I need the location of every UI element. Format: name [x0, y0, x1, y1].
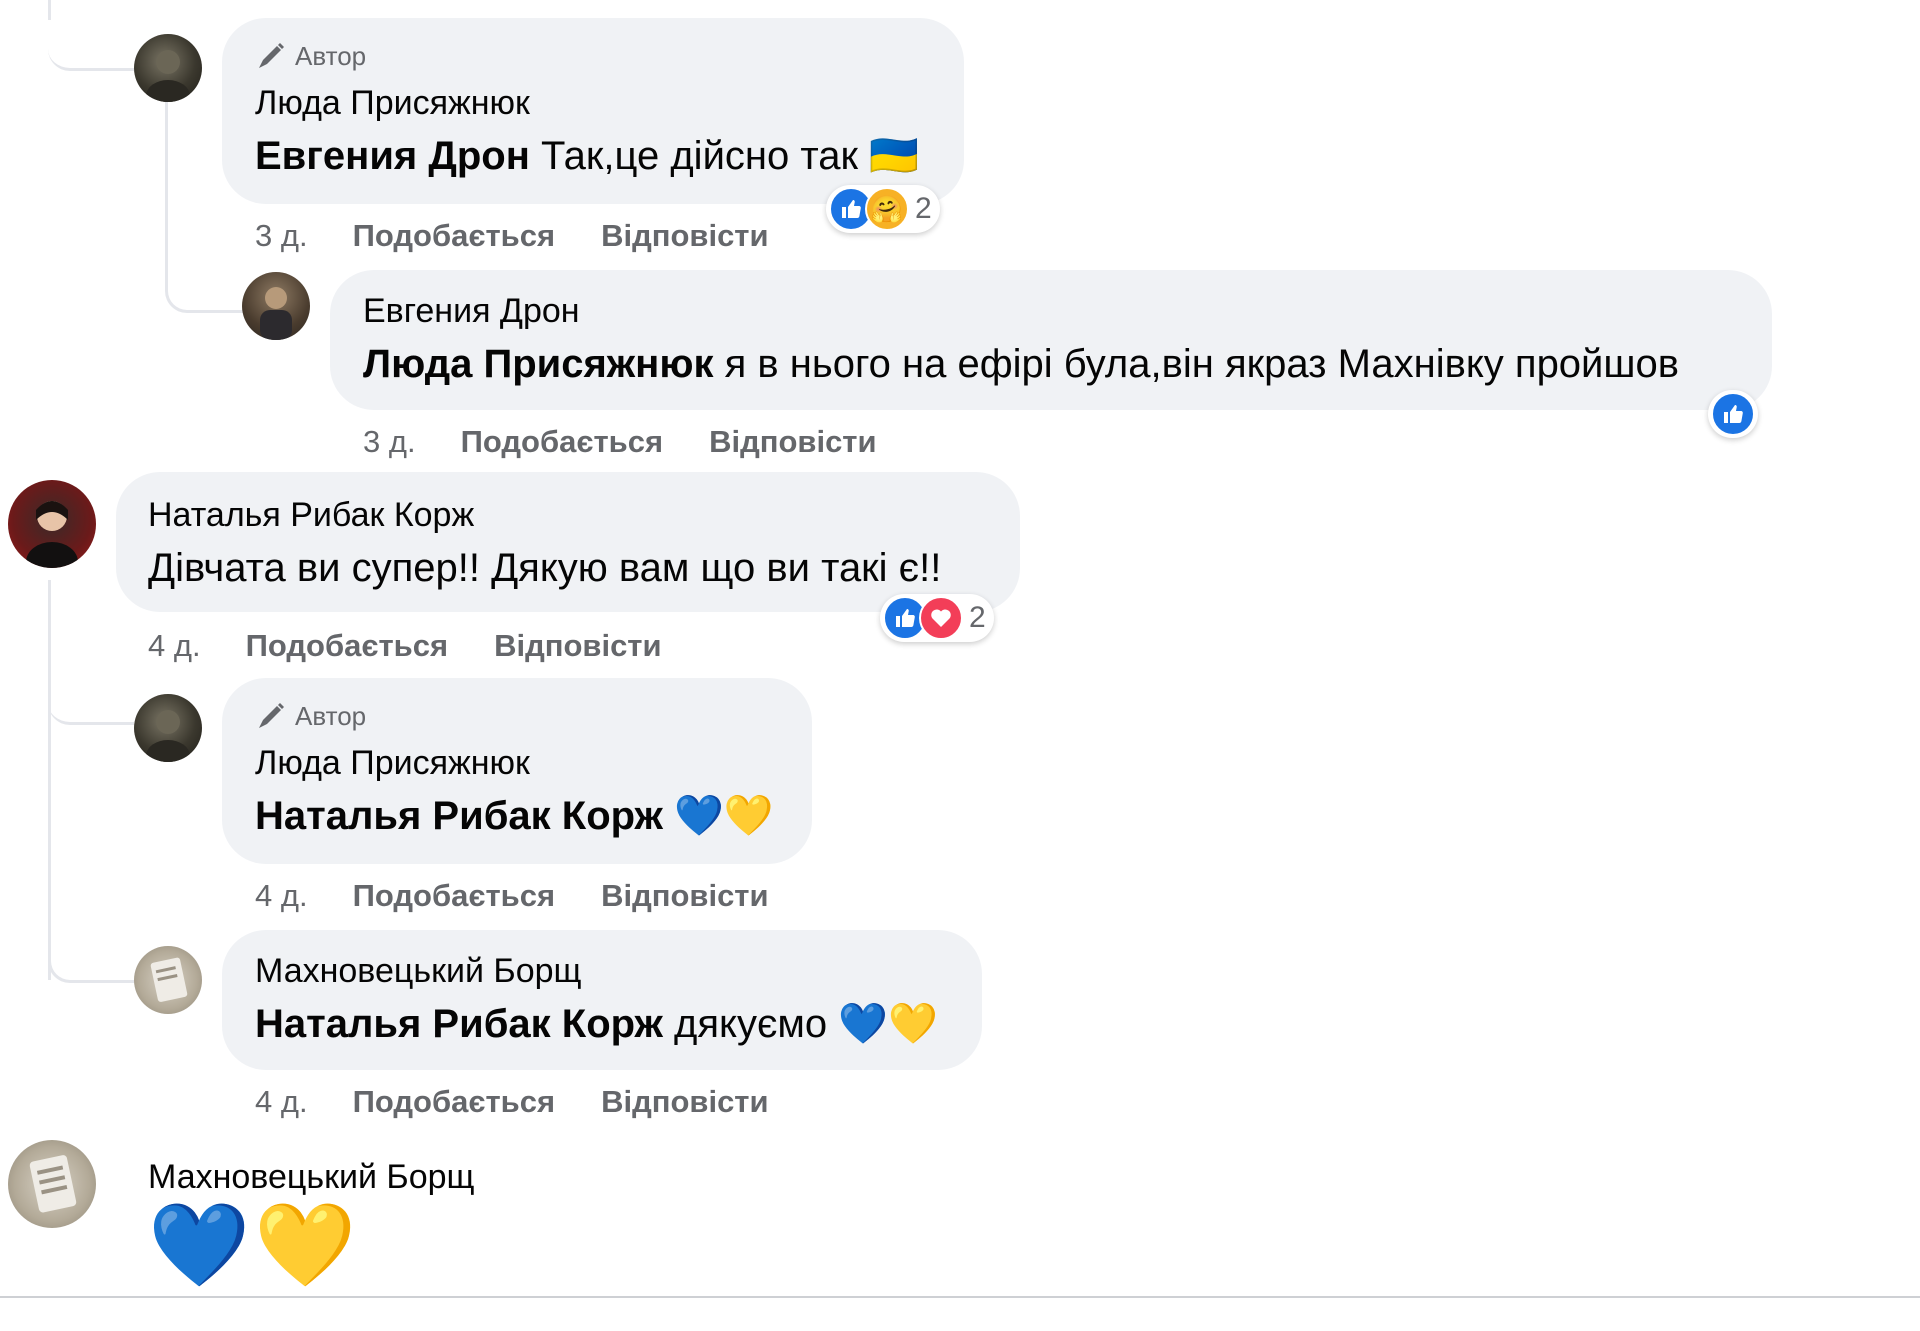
comment-author[interactable]: Люда Присяжнюк — [255, 744, 530, 783]
avatar[interactable] — [8, 480, 96, 568]
avatar[interactable] — [134, 694, 202, 762]
comment-actions: 3 д. Подобається Відповісти — [255, 218, 815, 254]
large-heart-emoji: 💙💛 — [148, 1200, 361, 1291]
care-reaction-icon: 🤗 — [865, 187, 909, 231]
comment-text: Евгения Дрон Так,це дійсно так 🇺🇦 — [255, 134, 919, 178]
thread-connector — [48, 680, 134, 725]
thread-connector — [48, 900, 137, 983]
comment-text: Дівчата ви супер!! Дякую вам що ви такі … — [148, 546, 942, 590]
pencil-icon — [259, 703, 284, 728]
avatar-photo-icon — [26, 501, 78, 568]
heart-emoji: 💙💛 — [674, 794, 774, 838]
author-badge: Автор — [255, 40, 366, 72]
pencil-icon — [259, 43, 284, 68]
avatar-photo-icon — [260, 287, 292, 340]
comment-actions: 4 д. Подобається Відповісти — [148, 628, 708, 664]
divider — [0, 1296, 1920, 1298]
mention-link[interactable]: Евгения Дрон — [255, 134, 530, 178]
comment-actions: 3 д. Подобається Відповісти — [363, 424, 923, 460]
comment-actions: 4 д. Подобається Відповісти — [255, 878, 815, 914]
mention-link[interactable]: Наталья Рибак Корж — [255, 1002, 663, 1046]
ukraine-flag-emoji: 🇺🇦 — [869, 134, 919, 178]
like-button[interactable]: Подобається — [353, 878, 556, 914]
reaction-summary[interactable]: 🤗 2 — [826, 185, 940, 233]
reply-button[interactable]: Відповісти — [601, 218, 769, 254]
avatar[interactable] — [134, 946, 202, 1014]
comment-actions: 4 д. Подобається Відповісти — [255, 1084, 815, 1120]
reply-button[interactable]: Відповісти — [494, 628, 662, 664]
comment-bubble — [116, 472, 1020, 612]
reaction-summary[interactable] — [1708, 390, 1758, 438]
like-button[interactable]: Подобається — [353, 1084, 556, 1120]
comment-bubble — [330, 270, 1772, 410]
comment-author[interactable]: Евгения Дрон — [363, 292, 580, 331]
mention-link[interactable]: Наталья Рибак Корж — [255, 794, 663, 838]
mention-link[interactable]: Люда Присяжнюк — [363, 342, 714, 386]
comment-text: Наталья Рибак Корж дякуємо 💙💛 — [255, 1002, 938, 1046]
author-badge-label: Автор — [295, 40, 367, 71]
reply-button[interactable]: Відповісти — [709, 424, 877, 460]
reaction-summary[interactable]: 2 — [880, 594, 994, 642]
comment-author[interactable]: Махновецький Борщ — [255, 952, 582, 991]
heart-emoji: 💙💛 — [838, 1002, 938, 1046]
reply-button[interactable]: Відповісти — [601, 878, 769, 914]
comment-time[interactable]: 3 д. — [255, 218, 308, 254]
comment-time[interactable]: 4 д. — [255, 878, 308, 914]
comment-text: Наталья Рибак Корж 💙💛 — [255, 792, 774, 839]
avatar[interactable] — [242, 272, 310, 340]
love-reaction-icon — [919, 596, 963, 640]
avatar-photo-icon — [146, 50, 190, 102]
avatar-photo-icon — [29, 1155, 77, 1213]
comment-author[interactable]: Махновецький Борщ — [148, 1158, 475, 1197]
avatar-photo-icon — [146, 710, 190, 762]
comment-time[interactable]: 4 д. — [148, 628, 201, 664]
reply-button[interactable]: Відповісти — [601, 1084, 769, 1120]
author-badge: Автор — [255, 700, 366, 732]
avatar-photo-icon — [150, 957, 188, 1002]
comment-text: Люда Присяжнюк я в нього на ефірі була,в… — [363, 342, 1679, 386]
like-reaction-icon — [1711, 392, 1755, 436]
comment-author[interactable]: Наталья Рибак Корж — [148, 496, 474, 535]
author-badge-label: Автор — [295, 700, 367, 731]
comment-time[interactable]: 4 д. — [255, 1084, 308, 1120]
thread-connector — [48, 0, 134, 71]
like-button[interactable]: Подобається — [246, 628, 449, 664]
avatar[interactable] — [134, 34, 202, 102]
comment-time[interactable]: 3 д. — [363, 424, 416, 460]
reaction-count: 2 — [915, 192, 932, 225]
reaction-count: 2 — [969, 601, 986, 634]
like-button[interactable]: Подобається — [461, 424, 664, 460]
like-button[interactable]: Подобається — [353, 218, 556, 254]
avatar[interactable] — [8, 1140, 96, 1228]
comment-author[interactable]: Люда Присяжнюк — [255, 84, 530, 123]
